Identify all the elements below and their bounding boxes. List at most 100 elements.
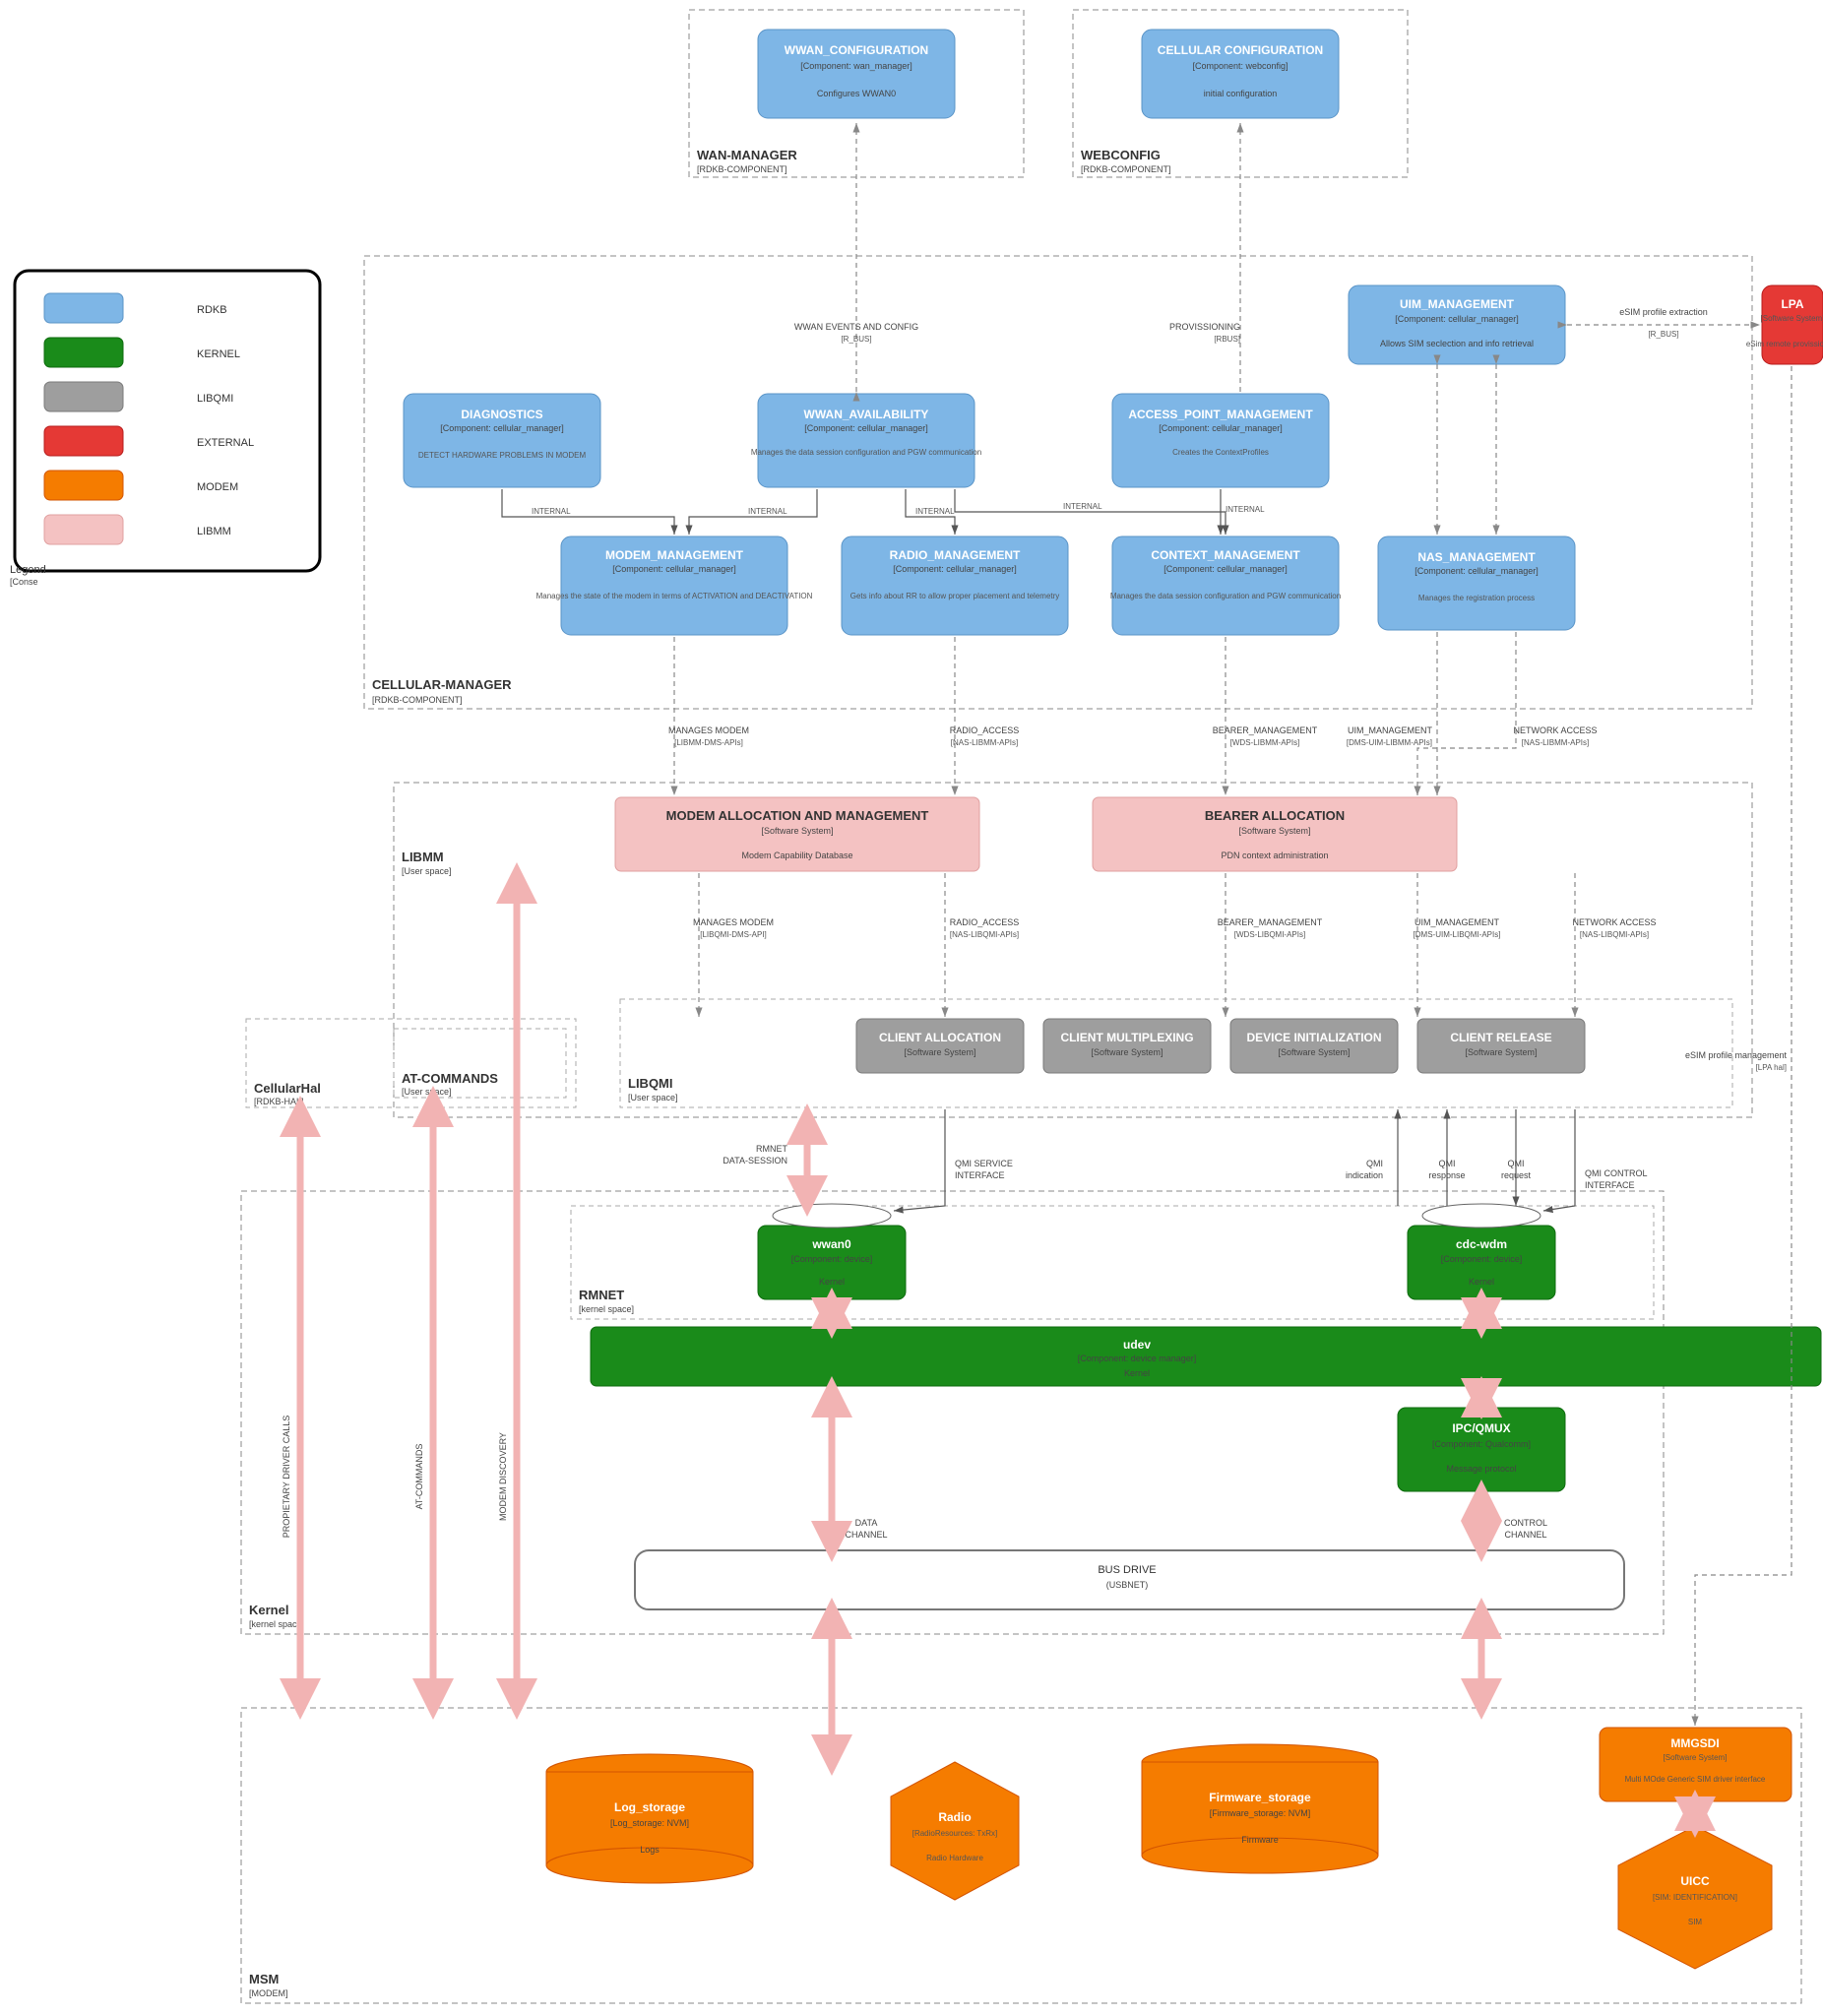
svg-text:[RadioResources: TxRx]: [RadioResources: TxRx]: [912, 1829, 998, 1838]
svg-text:[Software System]: [Software System]: [1761, 314, 1823, 323]
node-client-allocation: CLIENT ALLOCATION [Software System]: [856, 1019, 1024, 1073]
svg-text:EXTERNAL: EXTERNAL: [197, 437, 254, 449]
group-sub: [User space]: [402, 1087, 452, 1097]
edge-label: eSIM profile management: [1685, 1050, 1788, 1060]
group-sub: [RDKB-HAL]: [254, 1097, 304, 1106]
svg-text:[Component: wan_manager]: [Component: wan_manager]: [800, 61, 912, 71]
legend-item-kernel: KERNEL: [44, 338, 240, 367]
port-cdcwdm: [1422, 1204, 1540, 1228]
svg-text:[Component: cellular_manager]: [Component: cellular_manager]: [440, 423, 564, 433]
edge-label: WWAN EVENTS AND CONFIG: [794, 322, 918, 332]
edge-label: [WDS-LIBQMI-APIs]: [1234, 930, 1305, 939]
svg-text:LIBMM: LIBMM: [197, 526, 231, 537]
group-msm: [241, 1708, 1801, 2003]
svg-text:[Software System]: [Software System]: [1278, 1047, 1350, 1057]
edge-label: INTERFACE: [1585, 1180, 1635, 1190]
svg-text:CLIENT RELEASE: CLIENT RELEASE: [1450, 1031, 1551, 1044]
svg-text:ACCESS_POINT_MANAGEMENT: ACCESS_POINT_MANAGEMENT: [1128, 408, 1313, 421]
edge-label: MANAGES MODEM: [668, 725, 749, 735]
svg-text:MODEM ALLOCATION AND MANAGEMEN: MODEM ALLOCATION AND MANAGEMENT: [666, 808, 929, 823]
diagram-root: WAN-MANAGER [RDKB-COMPONENT] WEBCONFIG […: [0, 0, 1823, 2016]
svg-text:[Component: cellular_manager]: [Component: cellular_manager]: [1159, 423, 1283, 433]
edge-label: UIM_MANAGEMENT: [1414, 917, 1500, 927]
svg-text:[Firmware_storage: NVM]: [Firmware_storage: NVM]: [1210, 1808, 1311, 1818]
edge-label: [LPA hal]: [1756, 1063, 1787, 1072]
group-label: LIBMM: [402, 850, 444, 864]
svg-text:[Software System]: [Software System]: [761, 826, 833, 836]
group-label: WEBCONFIG: [1081, 148, 1161, 162]
edge-label: [NAS-LIBQMI-APIs]: [1580, 930, 1649, 939]
svg-text:KERNEL: KERNEL: [197, 348, 240, 360]
svg-text:CLIENT ALLOCATION: CLIENT ALLOCATION: [879, 1031, 1001, 1044]
edge-label: INTERNAL: [915, 507, 955, 516]
edge-label: PROPIETARY DRIVER CALLS: [282, 1416, 291, 1539]
svg-text:PDN context administration: PDN context administration: [1221, 850, 1328, 860]
port-wwan0: [773, 1204, 891, 1228]
svg-text:[Component: cellular_manager]: [Component: cellular_manager]: [1163, 564, 1288, 574]
svg-text:LPA: LPA: [1781, 297, 1803, 311]
svg-text:[Component: device]: [Component: device]: [791, 1254, 873, 1264]
svg-text:Firmware_storage: Firmware_storage: [1209, 1791, 1311, 1804]
legend-item-modem: MODEM: [44, 471, 238, 500]
svg-text:[Component: device manager]: [Component: device manager]: [1078, 1354, 1197, 1363]
node-wwan-availability: WWAN_AVAILABILITY [Component: cellular_m…: [751, 394, 981, 487]
edge-label: [DMS-UIM-LIBMM-APIs]: [1347, 738, 1432, 747]
group-label: Kernel: [249, 1603, 288, 1617]
node-cellular-configuration: CELLULAR CONFIGURATION [Component: webco…: [1142, 30, 1339, 118]
node-wwan-configuration: WWAN_CONFIGURATION [Component: wan_manag…: [758, 30, 955, 118]
svg-text:[Component: cellular_manager]: [Component: cellular_manager]: [893, 564, 1017, 574]
group-sub: [RDKB-COMPONENT]: [1081, 164, 1171, 174]
node-client-multiplexing: CLIENT MULTIPLEXING [Software System]: [1043, 1019, 1211, 1073]
arrow-net-access: [1417, 632, 1516, 795]
edge-label: QMI: [1366, 1159, 1383, 1168]
svg-text:MMGSDI: MMGSDI: [1670, 1736, 1719, 1750]
svg-text:Firmware: Firmware: [1241, 1835, 1279, 1845]
svg-text:BEARER ALLOCATION: BEARER ALLOCATION: [1205, 808, 1345, 823]
svg-text:[Component: device]: [Component: device]: [1441, 1254, 1523, 1264]
edge-label: AT-COMMANDS: [414, 1444, 424, 1510]
svg-text:[Software System]: [Software System]: [904, 1047, 975, 1057]
group-sub: [RDKB-COMPONENT]: [372, 695, 463, 705]
edge-label: INTERNAL: [748, 507, 787, 516]
group-sub: [User space]: [402, 866, 452, 876]
arrow-internal-4: [955, 489, 1226, 535]
group-sub: [kernel space]: [249, 1619, 304, 1629]
group-sub: [kernel space]: [579, 1304, 634, 1314]
edge-label: [R_BUS]: [1648, 330, 1678, 339]
edge-label: [RBUS]: [1214, 335, 1240, 344]
node-diagnostics: DIAGNOSTICS [Component: cellular_manager…: [404, 394, 600, 487]
svg-text:Log_storage: Log_storage: [614, 1800, 685, 1814]
svg-text:[Component: cellular_manager]: [Component: cellular_manager]: [804, 423, 928, 433]
edge-label: PROVISSIONING: [1169, 322, 1240, 332]
node-wwan0: wwan0 [Component: device] Kernel: [758, 1226, 906, 1299]
svg-text:WWAN_CONFIGURATION: WWAN_CONFIGURATION: [785, 43, 928, 57]
edge-label: BEARER_MANAGEMENT: [1213, 725, 1318, 735]
svg-text:Manages the state of the modem: Manages the state of the modem in terms …: [536, 592, 813, 600]
edge-label: [WDS-LIBMM-APIs]: [1230, 738, 1300, 747]
node-udev: udev [Component: device manager] Kernel: [591, 1327, 1821, 1386]
svg-text:[Component: cellular_manager]: [Component: cellular_manager]: [1414, 566, 1539, 576]
edge-label: INTERNAL: [1063, 502, 1102, 511]
edge-label: RADIO_ACCESS: [950, 917, 1020, 927]
legend-item-libmm: LIBMM: [44, 515, 231, 544]
group-sub: [MODEM]: [249, 1988, 288, 1998]
svg-text:Manages the registration proce: Manages the registration process: [1418, 594, 1535, 602]
svg-text:RDKB: RDKB: [197, 304, 227, 316]
node-device-initialization: DEVICE INITIALIZATION [Software System]: [1230, 1019, 1398, 1073]
node-bus-drive: BUS DRIVE (USBNET): [635, 1550, 1624, 1609]
svg-text:[Software System]: [Software System]: [1091, 1047, 1163, 1057]
svg-text:udev: udev: [1123, 1338, 1151, 1352]
svg-text:DEVICE INITIALIZATION: DEVICE INITIALIZATION: [1246, 1031, 1381, 1044]
legend-item-rdkb: RDKB: [44, 293, 227, 323]
node-modem-management: MODEM_MANAGEMENT [Component: cellular_ma…: [536, 536, 813, 635]
edge-label: INTERNAL: [532, 507, 571, 516]
svg-text:DIAGNOSTICS: DIAGNOSTICS: [461, 408, 542, 421]
edge-label: INTERFACE: [955, 1170, 1005, 1180]
svg-text:WWAN_AVAILABILITY: WWAN_AVAILABILITY: [804, 408, 929, 421]
node-context-management: CONTEXT_MANAGEMENT [Component: cellular_…: [1110, 536, 1341, 635]
legend-sub: [Conse: [10, 577, 38, 587]
edge-label: INTERNAL: [1226, 505, 1265, 514]
edge-label: eSIM profile extraction: [1619, 307, 1708, 317]
svg-text:Manages the data session confi: Manages the data session configuration a…: [1110, 592, 1341, 600]
svg-text:Kernel: Kernel: [1469, 1277, 1494, 1287]
